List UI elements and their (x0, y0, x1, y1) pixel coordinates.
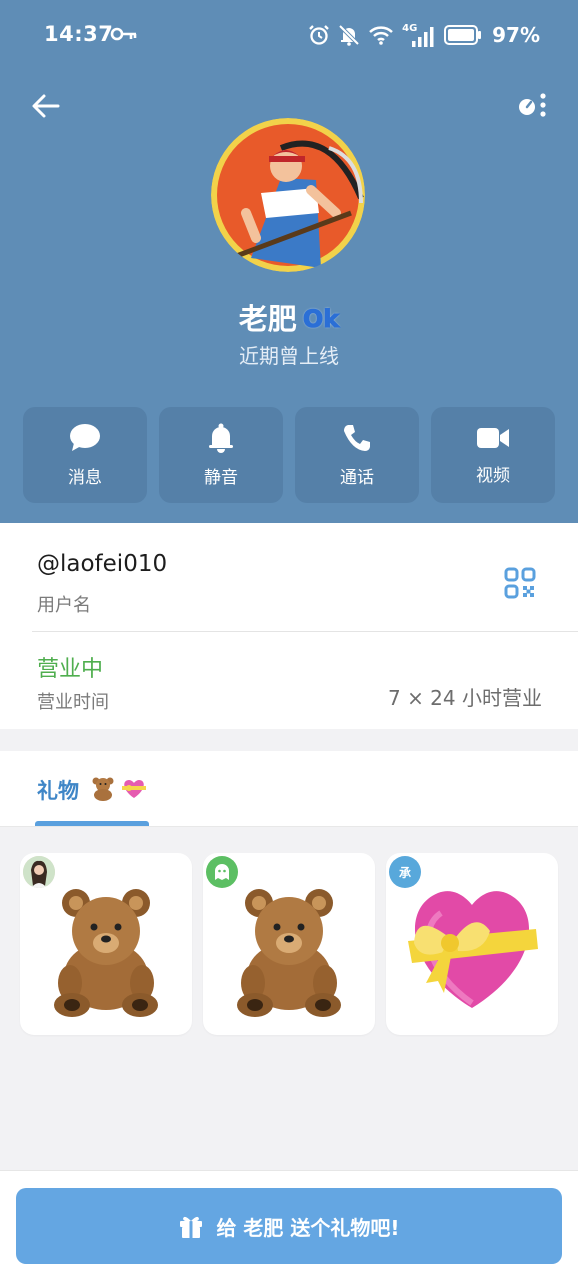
sender-avatar: 承 (389, 856, 421, 888)
phone-icon (344, 424, 370, 451)
bell-icon (209, 423, 233, 453)
mute-button[interactable]: 静音 (159, 407, 283, 503)
info-divider (32, 631, 578, 632)
worker-avatar-image (211, 118, 365, 272)
sender-avatar-initial: 承 (398, 865, 411, 880)
more-options-button[interactable] (512, 86, 552, 126)
gift-card[interactable] (20, 853, 192, 1035)
profile-name: 老肥 (238, 302, 297, 336)
username-value[interactable]: @laofei010 (37, 551, 167, 577)
status-bar: 14:37 4G 97% (0, 0, 578, 72)
bell-muted-icon (338, 24, 360, 46)
battery-icon (444, 25, 482, 45)
chat-bubble-icon (70, 423, 100, 451)
profile-avatar[interactable] (211, 118, 365, 272)
send-gift-button[interactable]: 给 老肥 送个礼物吧! (16, 1188, 562, 1264)
key-icon (110, 27, 137, 41)
call-button-label: 通话 (340, 467, 374, 488)
business-hours-value: 7 × 24 小时营业 (387, 686, 542, 710)
cellular-signal-icon: 4G (402, 23, 436, 47)
mute-button-label: 静音 (204, 467, 238, 488)
last-seen-status: 近期曾上线 (239, 344, 339, 368)
send-gift-label: 给 老肥 送个礼物吧! (216, 1215, 400, 1240)
video-button-label: 视频 (476, 465, 510, 486)
ok-badge: Ok (302, 305, 340, 334)
gift-icon (180, 1216, 203, 1238)
status-icons: 4G 97% (308, 22, 540, 48)
gift-card[interactable] (203, 853, 375, 1035)
tab-gifts[interactable]: 礼物 (37, 775, 79, 805)
qr-code-button[interactable] (504, 567, 536, 599)
profile-header: 14:37 4G 97% 老肥 Ok 近期曾上线 消息 静音 通话 视频 (0, 0, 578, 523)
status-time: 14:37 (44, 22, 114, 46)
message-button[interactable]: 消息 (23, 407, 147, 503)
back-button[interactable] (26, 86, 66, 126)
qr-code-icon (504, 567, 536, 599)
tab-active-indicator (35, 821, 149, 826)
business-hours-label: 营业时间 (37, 692, 109, 713)
gift-emoji-icons (92, 777, 146, 801)
battery-percent: 97% (492, 23, 540, 47)
more-options-icon (519, 93, 546, 117)
teddy-bear-icon (92, 777, 114, 801)
video-button[interactable]: 视频 (431, 407, 555, 503)
call-button[interactable]: 通话 (295, 407, 419, 503)
gifts-tab-bar (0, 751, 578, 827)
sender-avatar (23, 856, 55, 888)
message-button-label: 消息 (68, 467, 102, 488)
username-label: 用户名 (37, 595, 91, 616)
wifi-icon (369, 26, 393, 45)
profile-name-row: 老肥 Ok (0, 296, 578, 338)
business-open-status: 营业中 (37, 657, 104, 682)
heart-ribbon-icon (122, 780, 146, 798)
video-camera-icon (477, 427, 509, 448)
action-buttons: 消息 静音 通话 视频 (23, 407, 555, 503)
sender-avatar (206, 856, 238, 888)
ghost-icon (215, 864, 229, 880)
gift-card[interactable]: 承 (386, 853, 558, 1035)
person-photo-icon (23, 856, 55, 888)
arrow-left-icon (32, 94, 60, 118)
alarm-icon (309, 25, 329, 45)
